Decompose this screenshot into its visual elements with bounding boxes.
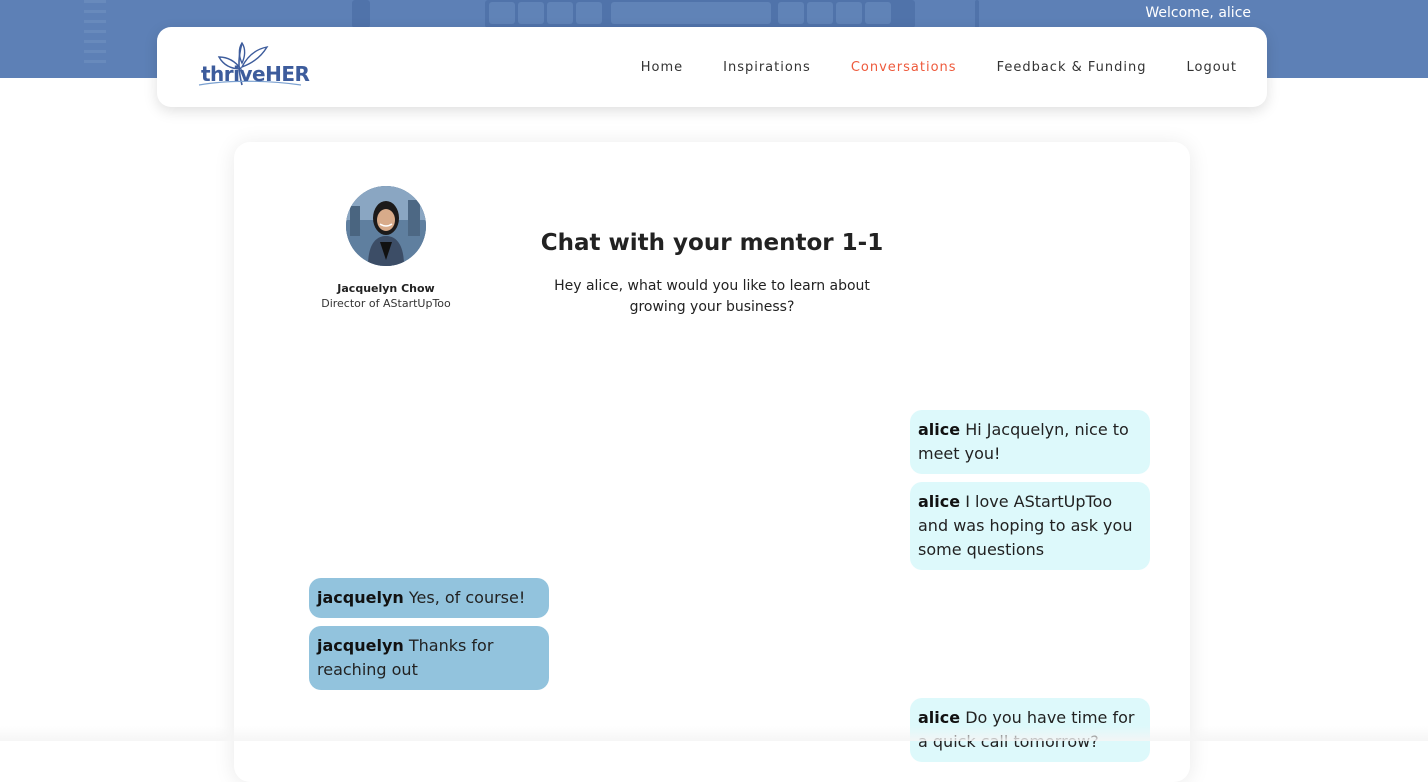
mentor-role: Director of AStartUpToo xyxy=(321,297,451,310)
message-sender: alice xyxy=(918,492,961,511)
chat-message: jacquelyn Yes, of course! xyxy=(309,578,549,618)
message-text: Yes, of course! xyxy=(408,588,526,607)
chat-message: alice Hi Jacquelyn, nice to meet you! xyxy=(910,410,1150,474)
chat-card: Jacquelyn Chow Director of AStartUpToo C… xyxy=(234,142,1190,782)
thriveher-logo[interactable]: thriveHER xyxy=(197,35,310,91)
chat-subtitle: Hey alice, what would you like to learn … xyxy=(554,278,870,315)
logo-text: thriveHER xyxy=(201,62,310,86)
hero-decoration xyxy=(975,0,979,28)
keyboard-image xyxy=(485,0,915,28)
nav-home[interactable]: Home xyxy=(641,60,683,75)
welcome-text: Welcome, alice xyxy=(1145,5,1251,21)
bottom-fade xyxy=(0,726,1428,741)
nav-conversations[interactable]: Conversations xyxy=(851,60,957,75)
message-sender: jacquelyn xyxy=(317,588,404,607)
message-sender: alice xyxy=(918,420,961,439)
main-menu: Home Inspirations Conversations Feedback… xyxy=(641,27,1237,107)
hero-decoration xyxy=(84,0,106,70)
mentor-name: Jacquelyn Chow xyxy=(337,282,435,295)
chat-message: alice I love AStartUpToo and was hoping … xyxy=(910,482,1150,570)
mentor-photo xyxy=(346,186,426,266)
nav-inspirations[interactable]: Inspirations xyxy=(723,60,811,75)
top-nav: thriveHER Home Inspirations Conversation… xyxy=(157,27,1267,107)
message-sender: jacquelyn xyxy=(317,636,404,655)
mentor-avatar xyxy=(346,186,426,266)
hero-decoration xyxy=(352,0,370,28)
nav-feedback-funding[interactable]: Feedback & Funding xyxy=(997,60,1147,75)
page-title: Chat with your mentor 1-1 xyxy=(540,230,884,256)
nav-logout[interactable]: Logout xyxy=(1186,60,1237,75)
message-sender: alice xyxy=(918,708,961,727)
chat-message: jacquelyn Thanks for reaching out xyxy=(309,626,549,690)
